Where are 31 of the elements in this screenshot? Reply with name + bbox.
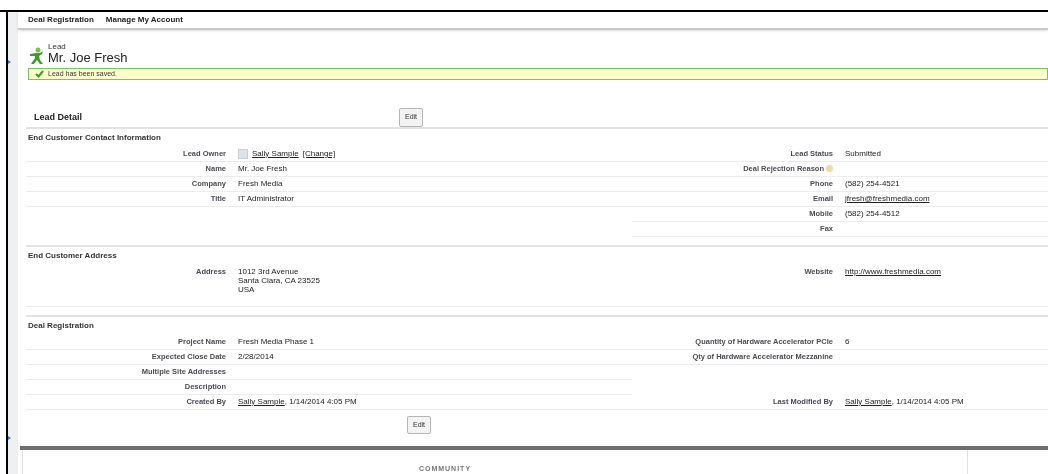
field-value: (582) 254-4512 [845,208,900,218]
field-link[interactable]: jfresh@freshmedia.com [845,193,930,203]
field-value: Fresh Media Phase 1 [238,336,315,346]
section-header: End Customer Contact Information [27,131,162,144]
field-value: 2/28/2014 [238,351,274,361]
person-icon [28,46,44,65]
section-header: End Customer Address [27,249,118,262]
change-link[interactable]: [Change] [302,148,336,159]
object-type-label: Lead [48,41,67,51]
field-value: IT Administrator [238,193,294,203]
section-title: Lead Detail [33,110,83,124]
field-value: Submitted [845,148,882,158]
field-value: Fresh Media [238,178,283,188]
user-link[interactable]: Sally Sample [845,396,892,407]
field-value: (582) 254-4521 [845,178,900,188]
expand-arrow-icon[interactable] [8,436,11,440]
address-value: 1012 3rd Avenue Santa Clara, CA 23525 USA [238,266,320,294]
timestamp: , 1/14/2014 4:05 PM [284,396,357,407]
field-value: 6 [845,336,850,346]
owner-link[interactable]: Sally Sample [252,148,299,159]
timestamp: , 1/14/2014 4:05 PM [891,396,964,407]
user-avatar-icon [238,148,248,159]
check-icon [35,70,44,79]
expand-arrow-icon[interactable] [8,60,11,64]
user-link[interactable]: Sally Sample [238,396,285,407]
nav-link[interactable]: Deal Registration [28,13,94,26]
field-link[interactable]: http://www.freshmedia.com [845,266,942,276]
section-header: Deal Registration [27,319,95,332]
nav-link[interactable]: Manage My Account [105,13,183,26]
record-title: Mr. Joe Fresh [48,50,128,65]
field-value: Mr. Joe Fresh [238,163,287,173]
